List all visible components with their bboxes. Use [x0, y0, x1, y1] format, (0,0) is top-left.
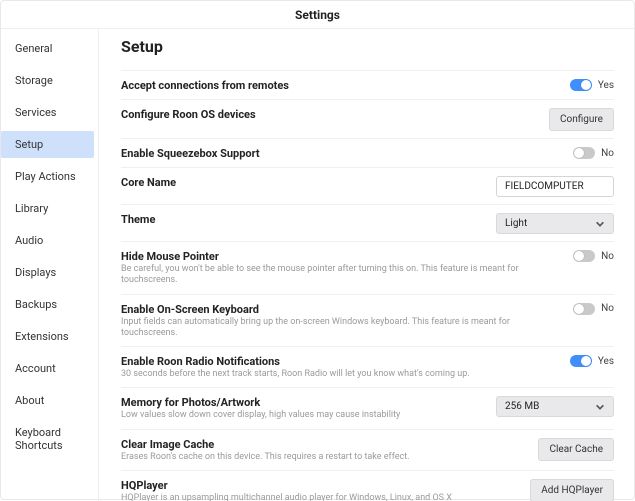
core-name-input[interactable] [496, 176, 614, 197]
setting-label-hqplayer: HQPlayer [121, 479, 520, 492]
sidebar-item-general[interactable]: General [1, 35, 94, 62]
sidebar-item-play-actions[interactable]: Play Actions [1, 163, 94, 190]
sidebar-item-audio[interactable]: Audio [1, 227, 94, 254]
sidebar-item-library[interactable]: Library [1, 195, 94, 222]
hide-pointer-toggle[interactable]: No [573, 250, 614, 262]
sidebar: General Storage Services Setup Play Acti… [1, 29, 99, 501]
setting-label-hide-pointer: Hide Mouse Pointer [121, 250, 563, 263]
setting-label-osk: Enable On-Screen Keyboard [121, 303, 563, 316]
roon-radio-notif-toggle-label: Yes [598, 356, 614, 367]
squeezebox-toggle-label: No [601, 148, 614, 159]
memory-select[interactable]: 256 MB [496, 396, 614, 417]
setting-label-core-name: Core Name [121, 176, 486, 189]
setting-label-configure-roon-os: Configure Roon OS devices [121, 108, 539, 121]
main-panel: Setup Accept connections from remotes Ye… [99, 29, 634, 501]
add-hqplayer-button[interactable]: Add HQPlayer [530, 479, 614, 501]
accept-remotes-toggle[interactable]: Yes [570, 79, 614, 91]
accept-remotes-toggle-label: Yes [598, 80, 614, 91]
osk-toggle[interactable]: No [573, 303, 614, 315]
setting-desc-roon-radio-notif: 30 seconds before the next track starts,… [121, 369, 560, 380]
sidebar-item-account[interactable]: Account [1, 355, 94, 382]
chevron-down-icon [595, 219, 605, 229]
theme-select[interactable]: Light [496, 213, 614, 234]
hide-pointer-toggle-label: No [601, 251, 614, 262]
theme-select-value: Light [505, 218, 527, 229]
setting-desc-osk: Input fields can automatically bring up … [121, 317, 563, 340]
setting-desc-memory: Low values slow down cover display, high… [121, 410, 486, 421]
setting-label-accept-remotes: Accept connections from remotes [121, 79, 560, 92]
chevron-down-icon [595, 402, 605, 412]
setting-label-theme: Theme [121, 213, 486, 226]
sidebar-item-about[interactable]: About [1, 387, 94, 414]
setting-desc-hide-pointer: Be careful, you won't be able to see the… [121, 264, 563, 287]
setting-label-clear-cache: Clear Image Cache [121, 438, 528, 451]
window-title: Settings [1, 1, 634, 29]
setting-label-memory: Memory for Photos/Artwork [121, 396, 486, 409]
setting-desc-clear-cache: Erases Roon's cache on this device. This… [121, 452, 528, 463]
sidebar-item-setup[interactable]: Setup [1, 131, 94, 158]
sidebar-item-backups[interactable]: Backups [1, 291, 94, 318]
memory-select-value: 256 MB [505, 401, 539, 412]
roon-radio-notif-toggle[interactable]: Yes [570, 355, 614, 367]
configure-roon-os-button[interactable]: Configure [549, 108, 614, 131]
sidebar-item-extensions[interactable]: Extensions [1, 323, 94, 350]
sidebar-item-displays[interactable]: Displays [1, 259, 94, 286]
sidebar-item-keyboard-shortcuts[interactable]: Keyboard Shortcuts [1, 419, 94, 459]
osk-toggle-label: No [601, 303, 614, 314]
page-title: Setup [121, 37, 614, 56]
setting-label-squeezebox: Enable Squeezebox Support [121, 147, 563, 160]
sidebar-item-storage[interactable]: Storage [1, 67, 94, 94]
squeezebox-toggle[interactable]: No [573, 147, 614, 159]
clear-cache-button[interactable]: Clear Cache [538, 438, 614, 461]
setting-label-roon-radio-notif: Enable Roon Radio Notifications [121, 355, 560, 368]
sidebar-item-services[interactable]: Services [1, 99, 94, 126]
